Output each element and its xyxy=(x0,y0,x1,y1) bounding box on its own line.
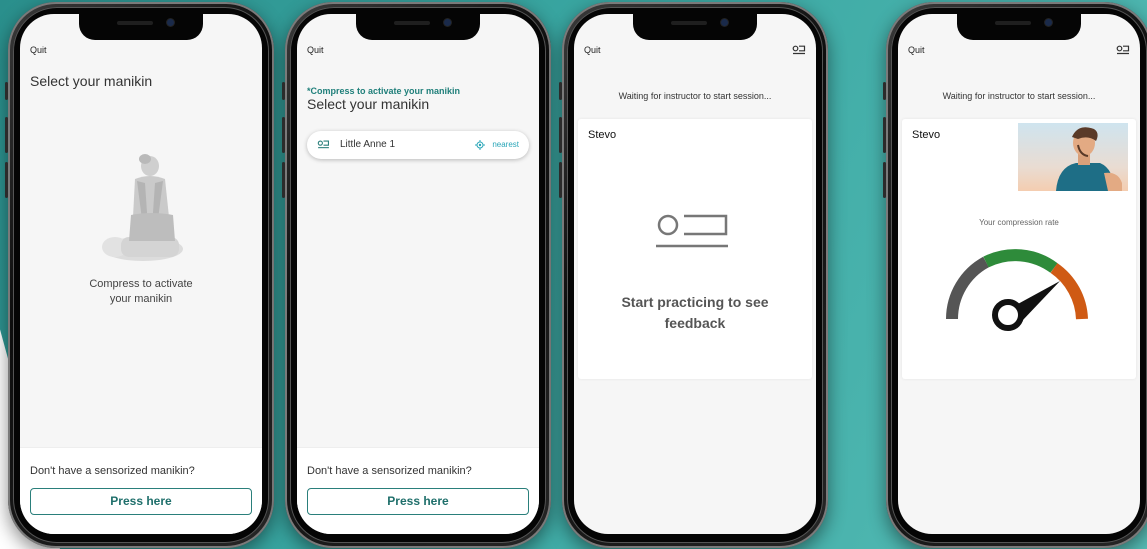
quit-button[interactable]: Quit xyxy=(30,45,47,55)
phone-frame-2: Quit *Compress to activate your manikin … xyxy=(282,2,551,548)
volume-up-button xyxy=(5,117,8,153)
notch xyxy=(356,14,480,40)
feedback-line-1: Start practicing to see xyxy=(621,294,769,310)
waiting-status: Waiting for instructor to start session.… xyxy=(618,91,772,101)
notch xyxy=(633,14,757,40)
quit-button[interactable]: Quit xyxy=(307,45,324,55)
volume-down-button xyxy=(559,162,562,198)
page-title: Select your manikin xyxy=(307,96,430,112)
feedback-card: Stevo Start practicing to see feedback xyxy=(578,119,812,379)
screen-select-manikin: Quit Select your manikin Compress to act… xyxy=(20,14,262,534)
mute-switch xyxy=(883,82,886,100)
mute-switch xyxy=(282,82,285,100)
notch xyxy=(79,14,203,40)
no-manikin-text: Don't have a sensorized manikin? xyxy=(307,465,472,477)
trainee-name: Stevo xyxy=(912,129,941,141)
volume-up-button xyxy=(883,117,886,153)
manikin-name: Little Anne 1 xyxy=(340,139,396,150)
compression-rate-label: Your compression rate xyxy=(979,218,1059,227)
cpr-illustration xyxy=(102,154,183,261)
bottom-sheet: Don't have a sensorized manikin? Press h… xyxy=(20,447,262,534)
quit-button[interactable]: Quit xyxy=(584,45,601,55)
volume-down-button xyxy=(5,162,8,198)
quit-button[interactable]: Quit xyxy=(908,45,925,55)
page-title: Select your manikin xyxy=(30,73,153,89)
location-icon xyxy=(475,140,485,150)
phone-frame-4: Quit Waiting for instructor to start ses… xyxy=(883,2,1147,548)
screen-manikin-found: Quit *Compress to activate your manikin … xyxy=(297,14,539,534)
volume-up-button xyxy=(559,117,562,153)
compress-hint: *Compress to activate your manikin xyxy=(307,86,461,96)
manikin-icon[interactable] xyxy=(792,45,806,55)
volume-up-button xyxy=(282,117,285,153)
feedback-card: Stevo Your compression rate xyxy=(902,119,1136,379)
manikin-icon[interactable] xyxy=(1116,45,1130,55)
compression-rate-gauge xyxy=(946,249,1088,331)
manikin-icon xyxy=(656,214,728,248)
manikin-list-item[interactable]: Little Anne 1 nearest xyxy=(307,131,529,159)
waiting-status: Waiting for instructor to start session.… xyxy=(942,91,1096,101)
compress-line-1: Compress to activate xyxy=(89,278,193,290)
press-here-button[interactable]: Press here xyxy=(307,488,529,515)
mute-switch xyxy=(559,82,562,100)
volume-down-button xyxy=(282,162,285,198)
no-manikin-text: Don't have a sensorized manikin? xyxy=(30,465,195,477)
feedback-message: Start practicing to see feedback xyxy=(578,292,812,334)
feedback-line-2: feedback xyxy=(664,315,726,331)
screen-waiting-session: Quit Waiting for instructor to start ses… xyxy=(574,14,816,534)
notch xyxy=(957,14,1081,40)
mute-switch xyxy=(5,82,8,100)
volume-down-button xyxy=(883,162,886,198)
manikin-icon xyxy=(317,140,329,149)
compress-line-2: your manikin xyxy=(109,293,173,305)
compress-instruction: Compress to activate your manikin xyxy=(20,277,262,307)
bottom-sheet: Don't have a sensorized manikin? Press h… xyxy=(297,447,539,534)
trainee-name: Stevo xyxy=(588,129,617,141)
press-here-button[interactable]: Press here xyxy=(30,488,252,515)
phone-frame-3: Quit Waiting for instructor to start ses… xyxy=(559,2,828,548)
person-illustration xyxy=(1018,123,1128,191)
phone-frame-1: Quit Select your manikin Compress to act… xyxy=(5,2,274,548)
screen-compression-rate: Quit Waiting for instructor to start ses… xyxy=(898,14,1140,534)
nearest-badge: nearest xyxy=(492,140,519,149)
